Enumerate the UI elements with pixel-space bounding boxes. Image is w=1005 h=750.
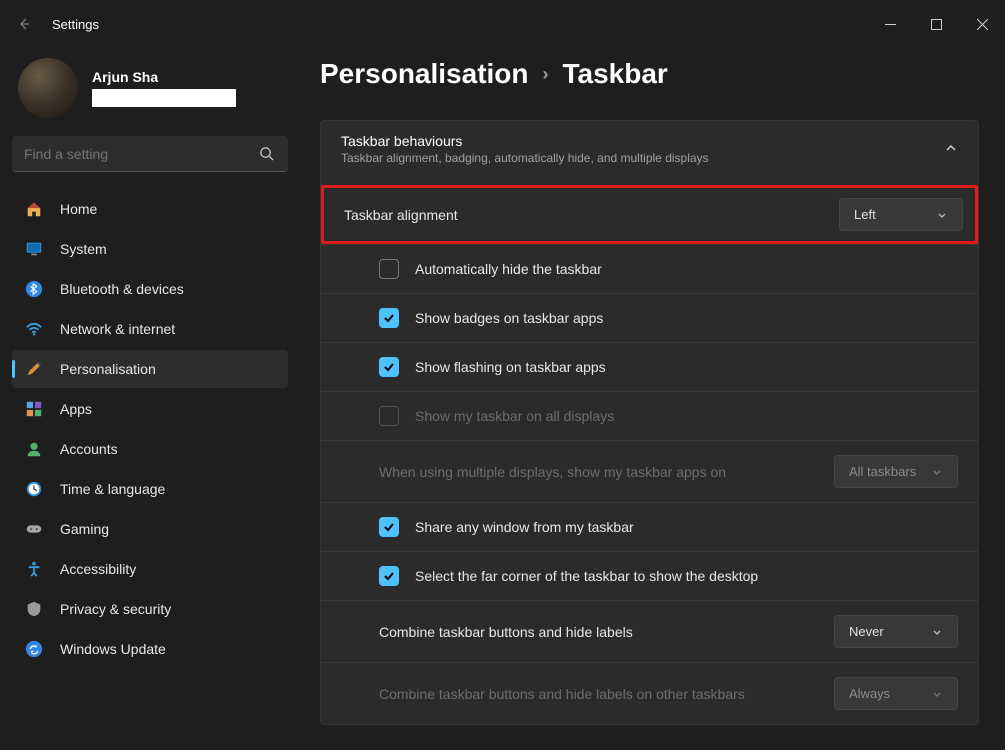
setting-label: Combine taskbar buttons and hide labels …: [379, 686, 745, 702]
setting-label: Taskbar alignment: [344, 207, 458, 223]
nav-personalisation[interactable]: Personalisation: [12, 350, 288, 388]
search-input[interactable]: [24, 146, 256, 162]
row-badges[interactable]: Show badges on taskbar apps: [321, 293, 978, 342]
minimize-button[interactable]: [867, 8, 913, 40]
chevron-down-icon: [931, 688, 943, 700]
row-share-window[interactable]: Share any window from my taskbar: [321, 502, 978, 551]
card-title: Taskbar behaviours: [341, 133, 709, 149]
maximize-button[interactable]: [913, 8, 959, 40]
alignment-select[interactable]: Left: [839, 198, 963, 231]
select-value: All taskbars: [849, 464, 931, 479]
nav-label: Bluetooth & devices: [60, 281, 184, 297]
combine-select[interactable]: Never: [834, 615, 958, 648]
window-title: Settings: [52, 17, 99, 32]
checkbox[interactable]: [379, 308, 399, 328]
breadcrumb-parent[interactable]: Personalisation: [320, 58, 529, 90]
avatar: [18, 58, 78, 118]
setting-label: Automatically hide the taskbar: [415, 261, 602, 277]
nav-network[interactable]: Network & internet: [12, 310, 288, 348]
chevron-up-icon: [944, 141, 958, 160]
select-value: Left: [854, 207, 936, 222]
row-flashing[interactable]: Show flashing on taskbar apps: [321, 342, 978, 391]
nav-label: Accessibility: [60, 561, 136, 577]
update-icon: [24, 639, 44, 659]
checkbox[interactable]: [379, 566, 399, 586]
multi-select: All taskbars: [834, 455, 958, 488]
nav-accounts[interactable]: Accounts: [12, 430, 288, 468]
nav-label: Time & language: [60, 481, 165, 497]
nav-label: Apps: [60, 401, 92, 417]
nav-privacy[interactable]: Privacy & security: [12, 590, 288, 628]
back-button[interactable]: [0, 16, 48, 32]
setting-label: Show badges on taskbar apps: [415, 310, 603, 326]
paint-icon: [24, 359, 44, 379]
nav-label: Gaming: [60, 521, 109, 537]
search-icon: [256, 144, 276, 164]
chevron-right-icon: ›: [543, 64, 549, 85]
nav-apps[interactable]: Apps: [12, 390, 288, 428]
chevron-down-icon: [931, 626, 943, 638]
nav-accessibility[interactable]: Accessibility: [12, 550, 288, 588]
close-button[interactable]: [959, 8, 1005, 40]
nav-update[interactable]: Windows Update: [12, 630, 288, 668]
nav-system[interactable]: System: [12, 230, 288, 268]
nav-home[interactable]: Home: [12, 190, 288, 228]
setting-label: Select the far corner of the taskbar to …: [415, 568, 758, 584]
nav-time[interactable]: Time & language: [12, 470, 288, 508]
checkbox[interactable]: [379, 259, 399, 279]
breadcrumb: Personalisation › Taskbar: [320, 58, 979, 90]
breadcrumb-current: Taskbar: [563, 58, 668, 90]
chevron-down-icon: [936, 209, 948, 221]
gaming-icon: [24, 519, 44, 539]
taskbar-behaviours-card: Taskbar behaviours Taskbar alignment, ba…: [320, 120, 979, 725]
profile-block[interactable]: Arjun Sha: [12, 52, 288, 136]
profile-email: [92, 89, 236, 107]
combine-other-select: Always: [834, 677, 958, 710]
wifi-icon: [24, 319, 44, 339]
clock-icon: [24, 479, 44, 499]
row-auto-hide[interactable]: Automatically hide the taskbar: [321, 244, 978, 293]
home-icon: [24, 199, 44, 219]
shield-icon: [24, 599, 44, 619]
chevron-down-icon: [931, 466, 943, 478]
nav-label: Accounts: [60, 441, 118, 457]
setting-label: Share any window from my taskbar: [415, 519, 634, 535]
nav-gaming[interactable]: Gaming: [12, 510, 288, 548]
profile-name: Arjun Sha: [92, 69, 236, 85]
checkbox: [379, 406, 399, 426]
accessibility-icon: [24, 559, 44, 579]
nav-label: Windows Update: [60, 641, 166, 657]
setting-label: Show my taskbar on all displays: [415, 408, 614, 424]
select-value: Always: [849, 686, 931, 701]
checkbox[interactable]: [379, 357, 399, 377]
row-multi-displays: When using multiple displays, show my ta…: [321, 440, 978, 502]
system-icon: [24, 239, 44, 259]
nav-label: Privacy & security: [60, 601, 171, 617]
row-all-displays: Show my taskbar on all displays: [321, 391, 978, 440]
row-taskbar-alignment: Taskbar alignment Left: [321, 185, 978, 244]
nav-label: Home: [60, 201, 97, 217]
row-combine-labels: Combine taskbar buttons and hide labels …: [321, 600, 978, 662]
nav-label: Personalisation: [60, 361, 156, 377]
row-far-corner[interactable]: Select the far corner of the taskbar to …: [321, 551, 978, 600]
select-value: Never: [849, 624, 931, 639]
checkbox[interactable]: [379, 517, 399, 537]
setting-label: When using multiple displays, show my ta…: [379, 464, 726, 480]
setting-label: Show flashing on taskbar apps: [415, 359, 606, 375]
row-combine-other: Combine taskbar buttons and hide labels …: [321, 662, 978, 724]
search-box[interactable]: [12, 136, 288, 172]
bluetooth-icon: [24, 279, 44, 299]
person-icon: [24, 439, 44, 459]
nav-bluetooth[interactable]: Bluetooth & devices: [12, 270, 288, 308]
card-header[interactable]: Taskbar behaviours Taskbar alignment, ba…: [321, 121, 978, 179]
nav-label: Network & internet: [60, 321, 175, 337]
apps-icon: [24, 399, 44, 419]
card-subtitle: Taskbar alignment, badging, automaticall…: [341, 151, 709, 165]
nav-label: System: [60, 241, 107, 257]
setting-label: Combine taskbar buttons and hide labels: [379, 624, 633, 640]
